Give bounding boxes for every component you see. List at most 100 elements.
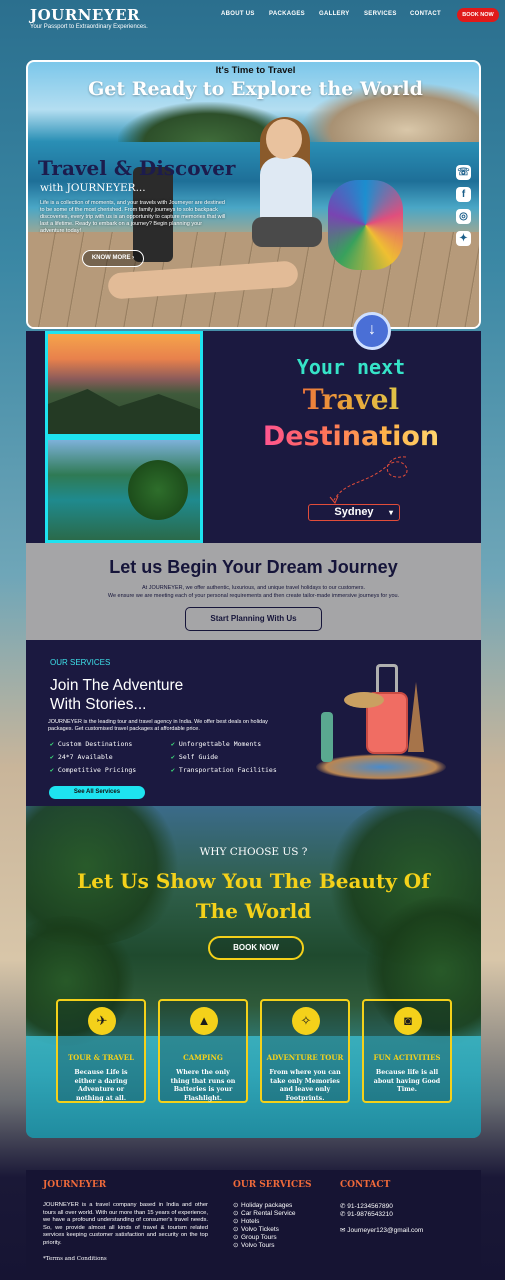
phone-icon: ✆: [340, 1211, 346, 1218]
plane-icon: ✈: [88, 1007, 116, 1035]
why-title-line2: The World: [195, 899, 312, 923]
chevron-right-icon: ›: [132, 255, 135, 261]
check-icon: ✔: [171, 740, 175, 748]
dream-journey-section: Let us Begin Your Dream Journey At JOURN…: [26, 543, 481, 640]
destination-line1: Your next: [296, 355, 406, 379]
email-link[interactable]: ✉ Journeyer123@gmail.com: [340, 1226, 423, 1234]
check-icon: ✔: [50, 766, 54, 774]
travel-illustration: [316, 662, 451, 787]
link-icon: ⊙: [233, 1242, 239, 1249]
phone-1[interactable]: ✆ 91-1234567890: [340, 1202, 393, 1210]
scroll-down-icon[interactable]: ↓: [353, 312, 391, 350]
card-title: ADVENTURE TOUR: [266, 1053, 344, 1062]
destination-section: Your next Travel Destination Sydney ▾: [26, 331, 481, 543]
phone-icon: ✆: [340, 1203, 346, 1210]
destination-photo-lagoon: [45, 437, 203, 543]
link-icon: ⊙: [233, 1218, 239, 1225]
card-title: FUN ACTIVITIES: [373, 1053, 441, 1062]
mail-icon: ✉: [340, 1227, 346, 1234]
nav-services[interactable]: SERVICES: [364, 11, 397, 17]
phone-2[interactable]: ✆ 91-9876543210: [340, 1210, 393, 1218]
brand-tagline: Your Passport to Extraordinary Experienc…: [30, 24, 148, 30]
why-choose-section: WHY CHOOSE US ? Let Us Show You The Beau…: [26, 806, 481, 1138]
hero-backpack: [328, 180, 403, 270]
hero-description: Life is a collection of moments, and you…: [40, 200, 226, 234]
know-more-button[interactable]: KNOW MORE ›: [82, 250, 144, 267]
twitter-icon[interactable]: ✦: [456, 231, 471, 246]
feature-item: ✔ Competitive Pricings: [50, 766, 137, 774]
header-book-button[interactable]: BOOK NOW: [457, 8, 499, 22]
why-title: Let Us Show You The Beauty Of The World: [56, 866, 451, 926]
terms-link[interactable]: *Terms and Conditions: [43, 1256, 107, 1262]
destination-photo-mountain: [45, 331, 203, 437]
feature-item: ✔ Custom Destinations: [50, 740, 133, 748]
footer-service-link[interactable]: ⊙ Volvo Tours: [233, 1242, 296, 1250]
feature-item: ✔ 24*7 Available: [50, 753, 113, 761]
footer-service-link[interactable]: ⊙ Car Rental Service: [233, 1210, 296, 1218]
footer-contact-heading: CONTACT: [340, 1180, 391, 1190]
services-eyebrow: OUR SERVICES: [50, 658, 111, 667]
footer-service-link[interactable]: ⊙ Hotels: [233, 1218, 296, 1226]
whatsapp-icon[interactable]: ☏: [456, 165, 471, 180]
hero-subheading: with JOURNEYER...: [40, 182, 146, 194]
card-description: Because Life is either a daring Adventur…: [74, 1069, 128, 1102]
check-icon: ✔: [50, 740, 54, 748]
brand-logo[interactable]: JOURNEYER: [30, 6, 140, 24]
footer-about: JOURNEYER is a travel company based in I…: [43, 1202, 208, 1246]
start-planning-button[interactable]: Start Planning With Us: [185, 607, 322, 631]
nav-contact[interactable]: CONTACT: [410, 11, 441, 17]
card-description: Because life is all about having Good Ti…: [373, 1069, 441, 1093]
card-title: TOUR & TRAVEL: [67, 1053, 135, 1062]
hero-heading: Travel & Discover: [38, 156, 236, 180]
link-icon: ⊙: [233, 1226, 239, 1233]
site-footer: JOURNEYER JOURNEYER is a travel company …: [26, 1170, 481, 1280]
footer-services-list: ⊙ Holiday packages ⊙ Car Rental Service ⊙ H…: [233, 1202, 296, 1250]
feature-card-tour[interactable]: ✈ TOUR & TRAVEL Because Life is either a…: [56, 999, 146, 1103]
destination-line2: Travel: [266, 383, 436, 416]
dream-title: Let us Begin Your Dream Journey: [109, 557, 398, 577]
link-icon: ⊙: [233, 1210, 239, 1217]
compass-icon: ✧: [292, 1007, 320, 1035]
footer-service-link[interactable]: ⊙ Group Tours: [233, 1234, 296, 1242]
link-icon: ⊙: [233, 1202, 239, 1209]
link-icon: ⊙: [233, 1234, 239, 1241]
tent-icon: ▲: [190, 1007, 218, 1035]
know-more-label: KNOW MORE: [91, 255, 131, 261]
feature-card-fun[interactable]: ◙ FUN ACTIVITIES Because life is all abo…: [362, 999, 452, 1103]
check-icon: ✔: [171, 753, 175, 761]
services-section: OUR SERVICES Join The Adventure With Stor…: [26, 640, 481, 806]
destination-select[interactable]: Sydney ▾: [308, 504, 400, 521]
nav-packages[interactable]: PACKAGES: [269, 11, 305, 17]
dream-text-2: We ensure we are meeting each of your pe…: [107, 593, 400, 599]
why-title-line1: Let Us Show You The Beauty Of: [77, 869, 430, 893]
destination-line3: Destination: [246, 421, 456, 452]
camera-icon: ◙: [394, 1007, 422, 1035]
site-header: JOURNEYER Your Passport to Extraordinary…: [0, 0, 505, 40]
services-description: JOURNEYER is the leading tour and travel…: [48, 719, 268, 732]
footer-service-link[interactable]: ⊙ Holiday packages: [233, 1202, 296, 1210]
why-book-button[interactable]: BOOK NOW: [208, 936, 304, 960]
hero-traveler: [238, 117, 328, 287]
check-icon: ✔: [171, 766, 175, 774]
nav-about[interactable]: ABOUT US: [221, 11, 255, 17]
card-description: Where the only thing that runs on Batter…: [170, 1069, 236, 1102]
feature-card-camping[interactable]: ▲ CAMPING Where the only thing that runs…: [158, 999, 248, 1103]
hero-pretitle: It's Time to Travel: [215, 65, 296, 76]
check-icon: ✔: [50, 753, 54, 761]
hero-banner: It's Time to Travel Get Ready to Explore…: [26, 60, 481, 329]
footer-brand: JOURNEYER: [43, 1180, 107, 1190]
see-all-services-button[interactable]: See All Services: [49, 786, 145, 799]
social-links: ☏ f ◎ ✦: [456, 165, 472, 253]
dream-text-1: At JOURNEYER, we offer authentic, luxuri…: [141, 585, 366, 591]
destination-select-value: Sydney: [334, 506, 374, 518]
instagram-icon[interactable]: ◎: [456, 209, 471, 224]
feature-item: ✔ Unforgettable Moments: [171, 740, 262, 748]
footer-service-link[interactable]: ⊙ Volvo Tickets: [233, 1226, 296, 1234]
nav-gallery[interactable]: GALLERY: [319, 11, 350, 17]
services-title-line1: Join The Adventure: [50, 677, 184, 694]
facebook-icon[interactable]: f: [456, 187, 471, 202]
hero-title: Get Ready to Explore the World: [88, 78, 423, 100]
card-title: CAMPING: [183, 1053, 223, 1062]
feature-card-adventure[interactable]: ✧ ADVENTURE TOUR From where you can take…: [260, 999, 350, 1103]
services-title: Join The Adventure With Stories...: [50, 676, 240, 714]
